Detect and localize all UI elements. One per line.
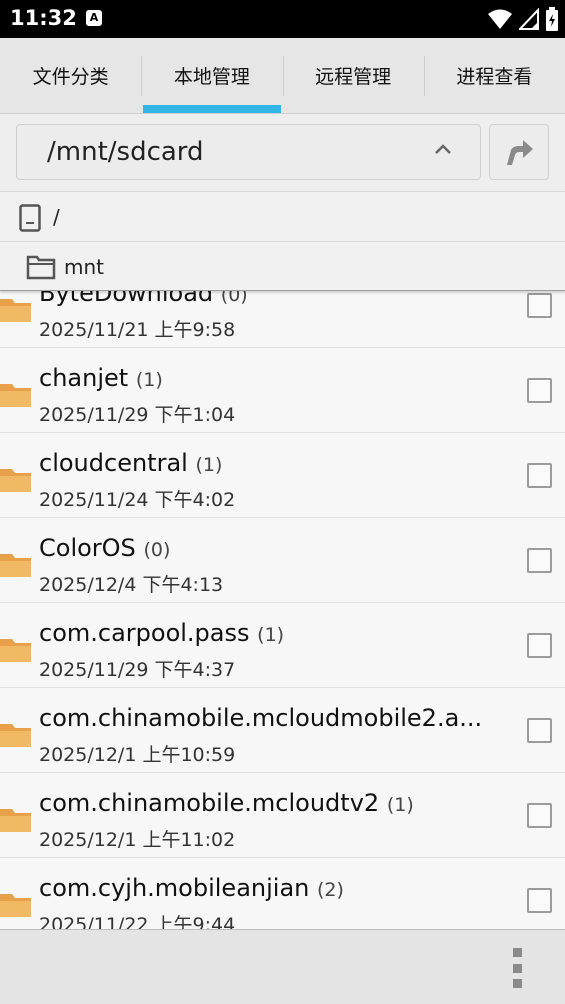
battery-icon [546, 7, 558, 31]
overflow-menu-icon[interactable] [507, 948, 527, 988]
file-count: (1) [135, 369, 163, 391]
folder-icon [0, 299, 31, 322]
file-date: 2025/11/29 下午1:04 [39, 404, 236, 426]
chevron-up-icon [435, 144, 451, 154]
folder-icon [0, 384, 31, 407]
file-count: (1) [195, 454, 223, 476]
file-count: (0) [220, 291, 248, 306]
breadcrumb-mnt[interactable]: mnt [0, 241, 565, 291]
status-time: 11:32 [10, 6, 77, 30]
file-name: com.cyjh.mobileanjian (2) [39, 874, 344, 902]
folder-outline-icon [26, 255, 56, 280]
path-dropdown[interactable]: /mnt/sdcard [16, 124, 481, 180]
file-name: com.carpool.pass (1) [39, 619, 285, 647]
folder-icon [0, 469, 31, 492]
file-row[interactable]: ByteDownload (0) 2025/11/21 上午9:58 [0, 291, 565, 348]
file-count: (1) [257, 624, 285, 646]
file-date: 2025/12/4 下午4:13 [39, 574, 224, 596]
folder-icon [0, 554, 31, 577]
signal-icon [519, 8, 539, 30]
file-checkbox[interactable] [527, 293, 552, 318]
file-name: chanjet (1) [39, 364, 163, 392]
file-date: 2025/11/22 上午9:44 [39, 914, 236, 929]
breadcrumb-root-label: / [53, 205, 60, 229]
go-up-button[interactable] [489, 124, 549, 180]
file-name: com.chinamobile.mcloudtv2 (1) [39, 789, 414, 817]
file-row[interactable]: com.cyjh.mobileanjian (2) 2025/11/22 上午9… [0, 858, 565, 929]
file-name: com.chinamobile.mcloudmobile2.a... [39, 704, 483, 732]
file-checkbox[interactable] [527, 463, 552, 488]
file-row[interactable]: com.chinamobile.mcloudmobile2.a... 2025/… [0, 688, 565, 773]
status-bar: 11:32 A [0, 0, 565, 38]
file-date: 2025/11/21 上午9:58 [39, 319, 236, 341]
tab-process-view[interactable]: 进程查看 [423, 38, 565, 113]
wifi-icon [488, 9, 512, 29]
up-arrow-icon [507, 140, 533, 165]
notification-a-icon: A [86, 10, 102, 26]
file-name: cloudcentral (1) [39, 449, 223, 477]
tab-local-management[interactable]: 本地管理 [141, 38, 282, 113]
breadcrumb-mnt-label: mnt [64, 255, 104, 279]
file-checkbox[interactable] [527, 548, 552, 573]
file-checkbox[interactable] [527, 888, 552, 913]
folder-icon [0, 894, 31, 917]
file-name: ByteDownload (0) [39, 291, 248, 307]
file-checkbox[interactable] [527, 718, 552, 743]
file-checkbox[interactable] [527, 803, 552, 828]
file-count: (0) [143, 539, 171, 561]
bottom-action-bar [0, 929, 565, 1004]
file-row[interactable]: com.chinamobile.mcloudtv2 (1) 2025/12/1 … [0, 773, 565, 858]
file-date: 2025/11/24 下午4:02 [39, 489, 236, 511]
breadcrumb-root[interactable]: / [0, 191, 565, 241]
folder-icon [0, 724, 31, 747]
folder-icon [0, 639, 31, 662]
file-name: ColorOS (0) [39, 534, 171, 562]
current-path: /mnt/sdcard [47, 137, 204, 167]
phone-storage-icon [19, 204, 41, 232]
file-date: 2025/12/1 上午10:59 [39, 744, 236, 766]
file-count: (1) [386, 794, 414, 816]
file-row[interactable]: cloudcentral (1) 2025/11/24 下午4:02 [0, 433, 565, 518]
file-checkbox[interactable] [527, 378, 552, 403]
file-date: 2025/11/29 下午4:37 [39, 659, 236, 681]
file-count: (2) [317, 879, 344, 901]
tab-remote-management[interactable]: 远程管理 [282, 38, 424, 113]
path-bar: /mnt/sdcard [0, 115, 565, 191]
tab-file-category[interactable]: 文件分类 [0, 38, 141, 113]
file-row[interactable]: chanjet (1) 2025/11/29 下午1:04 [0, 348, 565, 433]
file-checkbox[interactable] [527, 633, 552, 658]
status-icons [487, 7, 559, 31]
file-date: 2025/12/1 上午11:02 [39, 829, 236, 851]
file-row[interactable]: ColorOS (0) 2025/12/4 下午4:13 [0, 518, 565, 603]
file-list[interactable]: ByteDownload (0) 2025/11/21 上午9:58 chanj… [0, 291, 565, 929]
file-row[interactable]: com.carpool.pass (1) 2025/11/29 下午4:37 [0, 603, 565, 688]
tab-bar: 文件分类 本地管理 远程管理 进程查看 [0, 38, 565, 114]
folder-icon [0, 809, 31, 832]
